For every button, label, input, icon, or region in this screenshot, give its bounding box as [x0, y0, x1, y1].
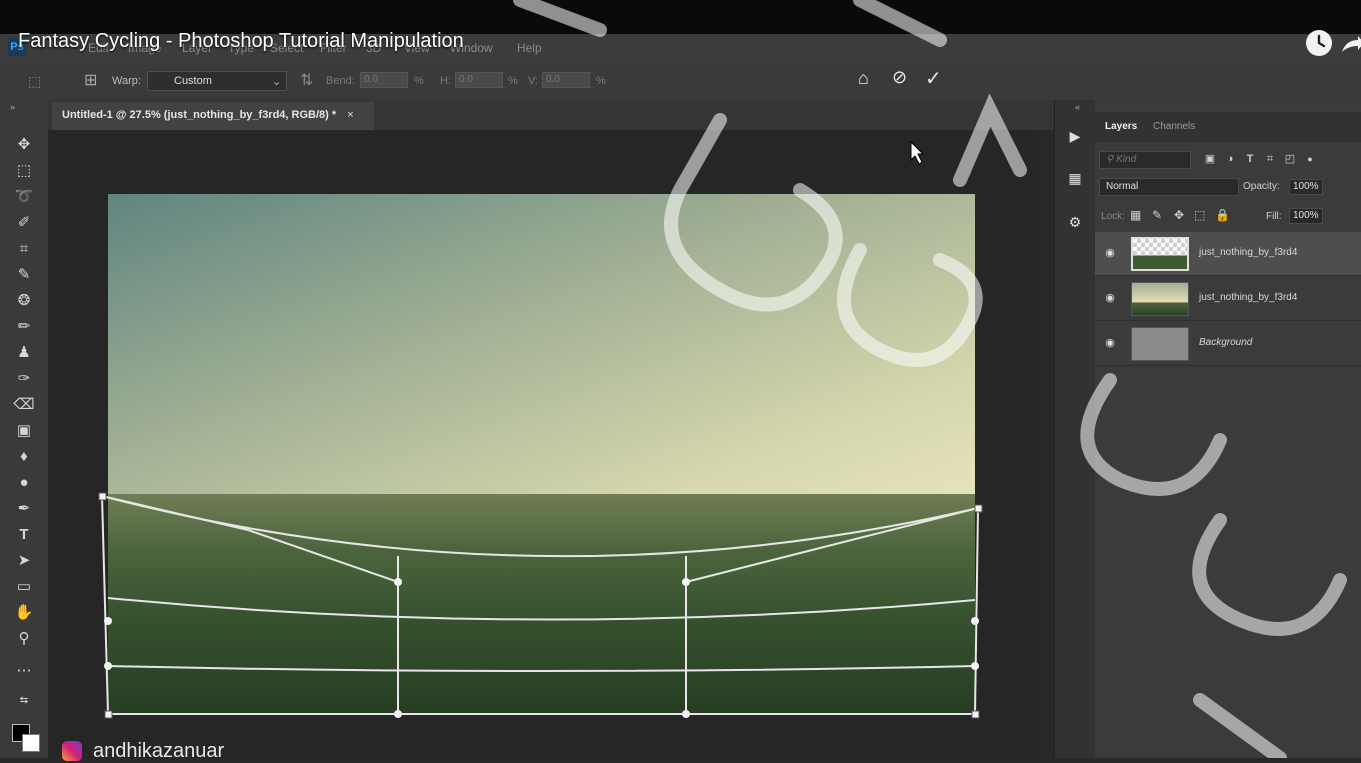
eyedropper-tool-icon[interactable]: ✎ [12, 264, 36, 286]
shape-layer-filter-icon[interactable]: ⌗ [1262, 151, 1278, 167]
chevron-down-icon: ⌄ [272, 76, 282, 88]
h-label: H: [440, 75, 451, 87]
type-tool-icon[interactable]: T [12, 524, 36, 546]
reference-point-icon[interactable]: ⊞ [84, 70, 97, 90]
tools-panel: » ✥ ⬚ ➰ ✐ ⌗ ✎ ❂ ✏ ♟ ✑ ⌫ ▣ ♦ ● ✒ T ➤ ▭ ✋ … [0, 100, 48, 758]
swap-colors-icon[interactable]: ⇆ [12, 690, 36, 712]
layer-row[interactable]: ◉ just_nothing_by_f3rd4 [1095, 277, 1361, 321]
clone-stamp-tool-icon[interactable]: ♟ [12, 342, 36, 364]
visibility-eye-icon[interactable]: ◉ [1103, 291, 1117, 305]
panel-icon-strip: « ▶ ▦ ⚙ [1054, 100, 1096, 758]
warp-style-select[interactable]: Custom [147, 71, 287, 91]
background-color-swatch[interactable] [22, 734, 40, 752]
history-brush-tool-icon[interactable]: ✑ [12, 368, 36, 390]
collapse-arrows-icon[interactable]: » [10, 102, 15, 112]
move-tool-icon[interactable]: ✥ [12, 134, 36, 156]
properties-icon[interactable]: ⚙ [1065, 212, 1085, 232]
clock-icon[interactable] [1306, 30, 1332, 56]
h-distortion-input[interactable]: 0.0 [455, 72, 503, 88]
layer-name[interactable]: Background [1199, 337, 1252, 348]
eraser-tool-icon[interactable]: ⌫ [12, 394, 36, 416]
layer-row-selected[interactable]: ◉ just_nothing_by_f3rd4 [1095, 232, 1361, 276]
close-tab-icon[interactable]: × [347, 109, 353, 121]
puppet-warp-icon[interactable]: ⌂ [858, 68, 869, 89]
v-distortion-input[interactable]: 0.0 [542, 72, 590, 88]
blend-mode-select[interactable]: Normal [1099, 178, 1239, 196]
type-layer-filter-icon[interactable]: T [1242, 151, 1258, 167]
change-warp-orientation-icon[interactable]: ⇅ [300, 70, 313, 90]
commit-transform-icon[interactable]: ✓ [925, 66, 942, 91]
pixel-layer-filter-icon[interactable]: ▣ [1202, 151, 1218, 167]
hand-tool-icon[interactable]: ✋ [12, 602, 36, 624]
bend-input[interactable]: 0.0 [360, 72, 408, 88]
play-actions-icon[interactable]: ▶ [1065, 126, 1085, 146]
lock-transparent-icon[interactable]: ▦ [1130, 208, 1141, 222]
path-selection-tool-icon[interactable]: ➤ [12, 550, 36, 572]
lock-label: Lock: [1101, 211, 1125, 222]
layer-name[interactable]: just_nothing_by_f3rd4 [1199, 292, 1297, 303]
layers-panel [1095, 100, 1361, 758]
marquee-tool-icon[interactable]: ⬚ [12, 160, 36, 182]
kind-filter-label: Kind [1116, 154, 1137, 165]
bend-label: Bend: [326, 75, 355, 87]
grass-field [108, 494, 975, 714]
v-percent: % [596, 75, 606, 87]
filter-toggle-icon[interactable]: ● [1302, 151, 1318, 167]
video-title[interactable]: Fantasy Cycling - Photoshop Tutorial Man… [18, 30, 464, 53]
opacity-label: Opacity: [1243, 181, 1280, 192]
rectangle-tool-icon[interactable]: ▭ [12, 576, 36, 598]
layer-filter-kind-select[interactable]: ⚲ Kind [1099, 151, 1191, 169]
dodge-tool-icon[interactable]: ● [12, 472, 36, 494]
layer-row[interactable]: ◉ Background [1095, 322, 1361, 366]
layers-panel-tabs: Layers Channels [1095, 112, 1361, 142]
instagram-handle: andhikazanuar [93, 740, 225, 762]
cancel-transform-icon[interactable]: ⊘ [892, 67, 907, 88]
h-percent: % [508, 75, 518, 87]
menu-help[interactable]: Help [517, 41, 542, 55]
fill-input[interactable]: 100% [1289, 208, 1323, 224]
lock-image-icon[interactable]: ✎ [1152, 208, 1162, 222]
layer-name[interactable]: just_nothing_by_f3rd4 [1199, 247, 1297, 258]
brush-tool-icon[interactable]: ✏ [12, 316, 36, 338]
layer-thumbnail [1131, 237, 1189, 271]
zoom-tool-icon[interactable]: ⚲ [12, 628, 36, 650]
blur-tool-icon[interactable]: ♦ [12, 446, 36, 468]
adjustment-layer-filter-icon[interactable]: ◑ [1222, 151, 1238, 167]
layer-thumbnail [1131, 282, 1189, 316]
collapse-arrows-icon[interactable]: « [1075, 102, 1080, 112]
lock-artboard-icon[interactable]: ⬚ [1194, 208, 1205, 222]
gradient-tool-icon[interactable]: ▣ [12, 420, 36, 442]
bend-percent: % [414, 75, 424, 87]
tab-layers[interactable]: Layers [1105, 121, 1137, 132]
v-label: V: [528, 75, 538, 87]
search-icon: ⚲ [1106, 154, 1117, 165]
crop-tool-icon[interactable]: ⌗ [12, 238, 36, 260]
opacity-input[interactable]: 100% [1289, 179, 1323, 195]
document-tab[interactable]: Untitled-1 @ 27.5% (just_nothing_by_f3rd… [52, 102, 374, 130]
document-tab-title: Untitled-1 @ 27.5% (just_nothing_by_f3rd… [62, 109, 337, 121]
layer-thumbnail [1131, 327, 1189, 361]
more-tools-icon[interactable]: ⋯ [12, 660, 36, 682]
swatches-grid-icon[interactable]: ▦ [1065, 168, 1085, 188]
options-bar: ⬚ ⊞ Warp: Custom ⌄ ⇅ Bend: 0.0 % H: 0.0 … [0, 62, 1361, 101]
video-top-band [0, 0, 1361, 34]
lock-all-icon[interactable]: 🔒 [1215, 208, 1230, 222]
warp-tool-icon[interactable]: ⬚ [28, 73, 41, 90]
share-arrow-icon[interactable] [1340, 34, 1361, 54]
quick-selection-tool-icon[interactable]: ✐ [12, 212, 36, 234]
lasso-tool-icon[interactable]: ➰ [12, 186, 36, 208]
visibility-eye-icon[interactable]: ◉ [1103, 246, 1117, 260]
warp-label: Warp: [112, 75, 141, 87]
lock-position-icon[interactable]: ✥ [1174, 208, 1184, 222]
instagram-icon [62, 741, 82, 761]
fill-label: Fill: [1266, 211, 1282, 222]
document-canvas-image[interactable] [108, 194, 975, 714]
visibility-eye-icon[interactable]: ◉ [1103, 336, 1117, 350]
pen-tool-icon[interactable]: ✒ [12, 498, 36, 520]
healing-brush-tool-icon[interactable]: ❂ [12, 290, 36, 312]
tab-channels[interactable]: Channels [1153, 121, 1195, 132]
smart-object-filter-icon[interactable]: ◰ [1282, 151, 1298, 167]
